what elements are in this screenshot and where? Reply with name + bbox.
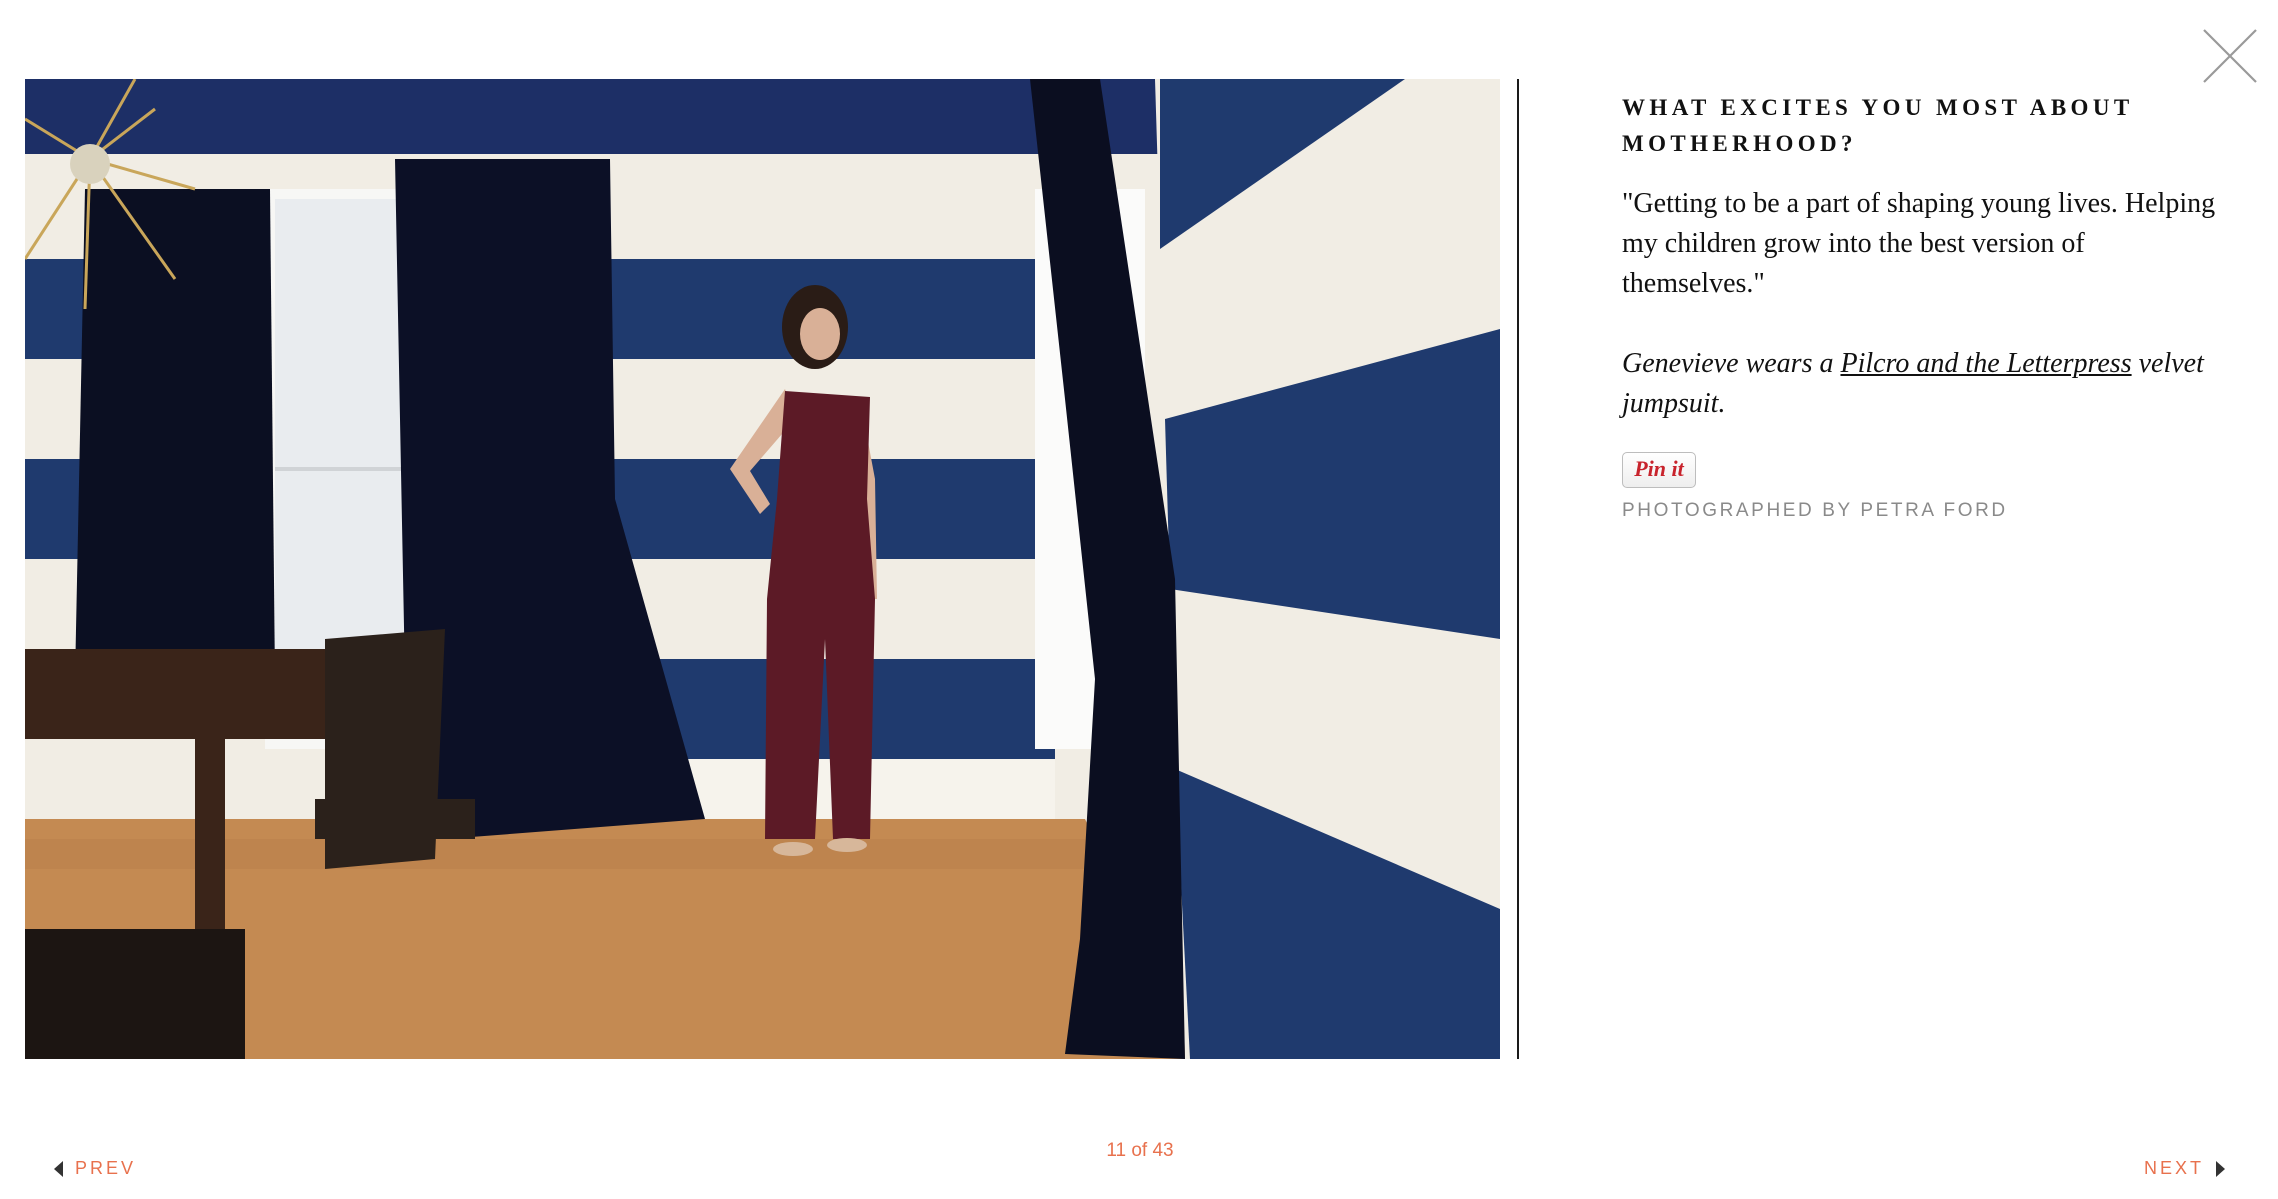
credit-prefix: Genevieve wears a	[1622, 348, 1841, 379]
next-label: NEXT	[2144, 1158, 2205, 1178]
question-heading: WHAT EXCITES YOU MOST ABOUT MOTHERHOOD?	[1622, 95, 2134, 156]
caret-right-icon	[2216, 1160, 2226, 1177]
vertical-divider	[1517, 79, 1519, 1059]
pagination: PREV 11 of 43 NEXT	[0, 1140, 2278, 1178]
gallery-photo	[25, 79, 1500, 1059]
prev-label: PREV	[75, 1158, 137, 1178]
photographer-credit: PHOTOGRAPHED BY PETRA FORD	[1622, 500, 2008, 521]
next-button[interactable]: NEXT	[2144, 1158, 2226, 1179]
caption-panel: WHAT EXCITES YOU MOST ABOUT MOTHERHOOD? …	[1622, 90, 2222, 522]
pin-it-button[interactable]: Pin it	[1622, 452, 1696, 488]
slide-counter: 11 of 43	[1106, 1140, 1174, 1161]
outfit-credit: Genevieve wears a Pilcro and the Letterp…	[1622, 344, 2222, 424]
prev-button[interactable]: PREV	[54, 1158, 136, 1179]
close-icon	[2203, 29, 2257, 83]
close-button[interactable]	[2202, 28, 2258, 84]
product-link[interactable]: Pilcro and the Letterpress	[1840, 348, 2131, 379]
answer-quote: "Getting to be a part of shaping young l…	[1622, 188, 2216, 299]
caret-left-icon	[54, 1160, 63, 1177]
